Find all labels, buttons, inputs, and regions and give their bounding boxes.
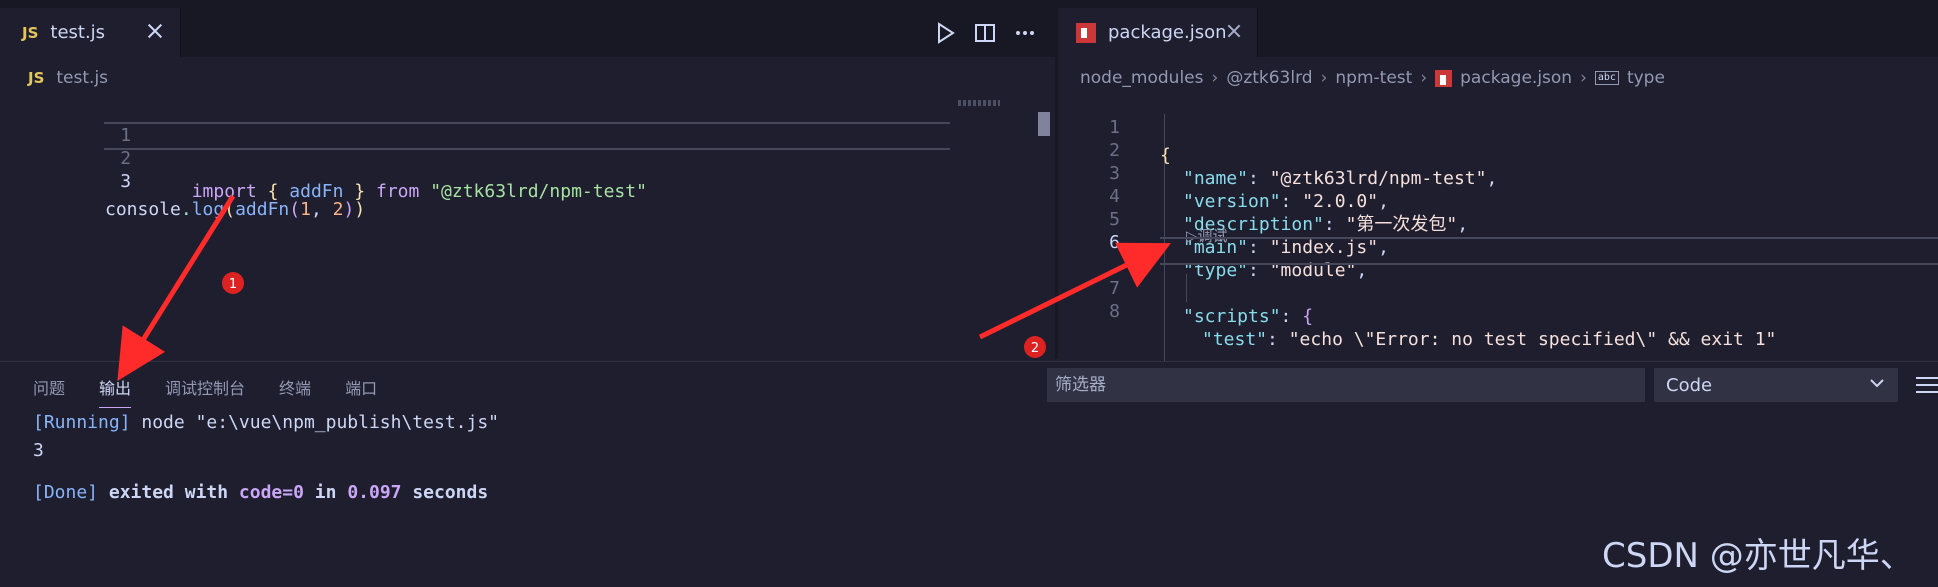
current-line-highlight <box>1160 237 1938 265</box>
paren: ( <box>289 199 301 220</box>
tab-ports[interactable]: 端口 <box>345 372 377 406</box>
output-line-running: [Running] node "e:\vue\npm_publish\test.… <box>33 409 499 437</box>
output-result: 3 <box>33 440 44 461</box>
breadcrumb-item[interactable]: node_modules <box>1080 68 1204 88</box>
tab-test-js[interactable]: JS test.js <box>0 8 181 57</box>
tab-problems[interactable]: 问题 <box>33 372 65 406</box>
done-code-label: code= <box>238 482 294 503</box>
paren: ( <box>224 199 236 220</box>
breadcrumb-item-file[interactable]: test.js <box>56 68 108 88</box>
running-tag: [Running] <box>33 412 131 433</box>
editor-actions <box>933 8 1037 57</box>
close-icon[interactable] <box>144 20 166 42</box>
json-value: "echo \"Error: no test specified\" && ex… <box>1288 329 1777 350</box>
word-wrap-icon[interactable] <box>1916 375 1938 395</box>
output-line-result: 3 <box>33 437 44 465</box>
npm-icon <box>1076 22 1096 43</box>
watermark: CSDN @亦世凡华、 <box>1602 536 1914 576</box>
javascript-file-icon: JS <box>22 23 39 42</box>
method-log: log <box>191 199 225 220</box>
output-panel: 问题 输出 调试控制台 终端 端口 Code [Running] node "e… <box>0 361 1938 587</box>
line-number: 3 <box>120 171 132 192</box>
output-line-done: [Done] exited with code=0 in 0.097 secon… <box>33 479 488 507</box>
current-line-highlight <box>104 122 950 150</box>
tab-package-json[interactable]: package.json <box>1058 8 1258 57</box>
scrollbar-thumb[interactable] <box>1038 112 1050 136</box>
chevron-right-icon: › <box>1420 68 1428 88</box>
chevron-right-icon: › <box>1580 68 1587 88</box>
right-editor-group: package.json node_modules › @ztk63lrd › … <box>1058 8 1938 364</box>
running-command: node "e:\vue\npm_publish\test.js" <box>130 412 500 433</box>
breadcrumb: JS test.js <box>28 64 108 92</box>
identifier-console: console <box>105 199 181 220</box>
tab-terminal[interactable]: 终端 <box>279 372 311 406</box>
brace-open: { <box>1302 306 1314 327</box>
number-literal: 1 <box>300 199 311 220</box>
filter-input[interactable] <box>1047 368 1645 402</box>
json-key: "scripts" <box>1183 306 1281 327</box>
left-tab-bar: JS test.js <box>0 8 1055 57</box>
breadcrumb-item[interactable]: @ztk63lrd <box>1226 68 1312 88</box>
left-editor-group: JS test.js JS test.js 1 import { addFn }… <box>0 8 1055 359</box>
npm-icon <box>1435 69 1453 87</box>
identifier-addfn: addFn <box>235 199 290 220</box>
tab-output[interactable]: 输出 <box>99 372 132 408</box>
paren: ) <box>354 199 366 220</box>
close-icon[interactable] <box>1225 22 1243 40</box>
keyword-from: from <box>375 181 420 202</box>
chevron-right-icon: › <box>1320 68 1328 88</box>
breadcrumb-item[interactable]: type <box>1627 68 1665 88</box>
done-text: exited with <box>98 482 239 503</box>
exit-code: 0 <box>293 482 304 503</box>
tab-debug-console[interactable]: 调试控制台 <box>165 372 245 406</box>
breadcrumb-item[interactable]: npm-test <box>1335 68 1412 88</box>
number-literal: 2 <box>332 199 344 220</box>
json-key: "test" <box>1202 329 1268 350</box>
done-in: in <box>303 482 348 503</box>
output-channel-select[interactable]: Code <box>1654 368 1898 402</box>
done-tag: [Done] <box>33 482 99 503</box>
string-property-icon: abc <box>1594 71 1619 85</box>
tab-label: test.js <box>50 22 106 43</box>
elapsed-time: 0.097 <box>347 482 402 503</box>
more-icon[interactable] <box>1013 21 1037 45</box>
javascript-file-icon: JS <box>28 69 45 87</box>
right-tab-bar: package.json <box>1058 8 1938 57</box>
chevron-down-icon <box>1870 379 1884 388</box>
comma: , <box>310 199 333 220</box>
tab-label: package.json <box>1108 22 1227 43</box>
code-line-9: 9 } <box>1058 293 1938 303</box>
run-icon[interactable] <box>933 21 957 45</box>
panel-tabs: 问题 输出 调试控制台 终端 端口 <box>33 372 377 408</box>
module-path-string: "@ztk63lrd/npm-test" <box>430 181 647 202</box>
paren: ) <box>343 199 355 220</box>
chevron-right-icon: › <box>1211 68 1219 88</box>
dot: . <box>180 199 192 220</box>
split-editor-icon[interactable] <box>973 21 997 45</box>
channel-label: Code <box>1666 374 1713 396</box>
time-unit: seconds <box>401 482 489 503</box>
title-strip <box>0 0 1938 8</box>
breadcrumb-item[interactable]: package.json <box>1460 68 1572 88</box>
